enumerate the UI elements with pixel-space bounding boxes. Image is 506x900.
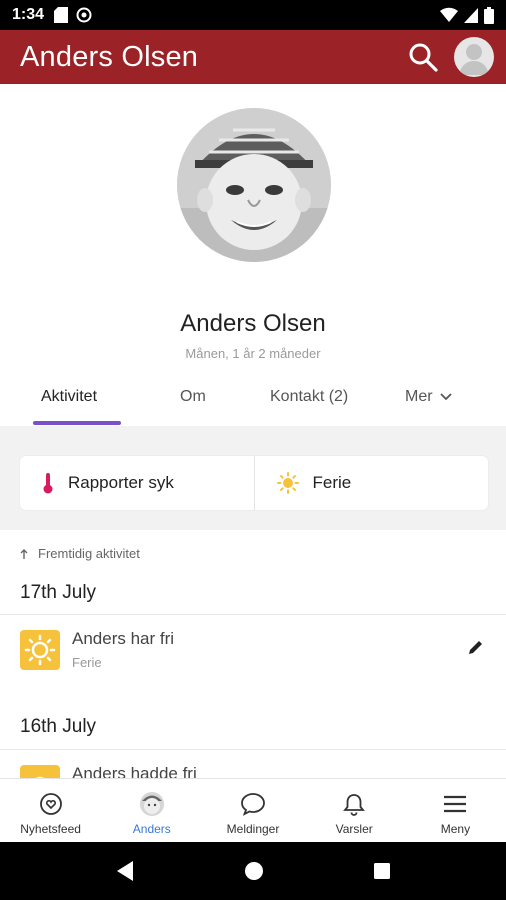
hamburger-menu-icon [444,795,467,813]
report-sick-button[interactable]: Rapporter syk [20,456,254,510]
status-bar: 1:34 [0,0,506,30]
future-activity-link[interactable]: Fremtidig aktivitet [20,546,140,561]
profile-photo[interactable] [177,108,331,262]
tab-om[interactable]: Om [180,388,206,406]
sun-icon [35,776,45,778]
profile-name: Anders Olsen [180,310,326,337]
activity-subtitle: Ferie [72,655,102,670]
sd-card-icon [54,7,69,23]
nav-label: Meny [440,822,471,836]
activity-feed: Fremtidig aktivitet 17th July Anders har… [0,530,506,778]
user-avatar-icon [459,44,489,75]
vacation-label: Ferie [312,473,352,492]
profile-header: Anders Olsen Månen, 1 år 2 måneder [0,84,506,384]
profile-tabs: Aktivitet Om Kontakt (2) Mer [0,374,506,426]
date-heading: 17th July [20,582,97,603]
activity-item[interactable]: Anders hadde fri [0,750,506,778]
tab-aktivitet[interactable]: Aktivitet [41,388,97,406]
nav-varsler[interactable]: Varsler [304,779,405,842]
active-tab-indicator [33,421,121,425]
cellular-signal-icon [464,8,478,23]
system-navigation-bar [0,842,506,900]
tab-mer[interactable]: Mer [405,388,453,406]
status-time: 1:34 [12,6,45,23]
date-heading: 16th July [20,716,97,737]
nav-label: Nyhetsfeed [20,822,81,836]
child-avatar-icon [139,792,164,816]
activity-title: Anders har fri [72,629,175,648]
activity-sun-icon-tile [20,765,60,778]
search-icon[interactable] [408,42,438,72]
nav-meny[interactable]: Meny [405,779,506,842]
activity-sun-icon-tile [20,630,60,670]
quick-actions-card: Rapporter syk Ferie [20,456,488,510]
app-actions [408,37,494,77]
arrow-up-icon [20,548,28,559]
sun-icon [24,634,56,666]
status-system-icons [440,6,494,24]
tab-kontakt[interactable]: Kontakt (2) [270,388,348,406]
thermometer-icon [43,473,53,494]
edit-pencil-icon[interactable] [466,637,486,657]
quick-actions-panel: Rapporter syk Ferie [0,426,506,530]
wifi-icon [440,7,458,23]
battery-icon [484,6,494,24]
home-icon[interactable] [244,861,264,881]
activity-item[interactable]: Anders har fri Ferie [0,615,506,685]
nav-label: Meldinger [226,822,280,836]
status-notification-icons [54,7,92,23]
profile-subtitle: Månen, 1 år 2 måneder [185,346,321,361]
chevron-down-icon [439,393,452,401]
future-activity-label: Fremtidig aktivitet [38,546,140,561]
report-sick-label: Rapporter syk [68,473,174,492]
sync-icon [76,7,92,23]
sun-icon [276,472,299,494]
account-avatar-button[interactable] [454,37,494,77]
back-icon[interactable] [115,860,135,882]
recents-icon[interactable] [373,862,391,880]
child-portrait-image [177,108,331,262]
chat-bubble-icon [241,793,265,816]
vacation-button[interactable]: Ferie [253,456,489,510]
nav-label: Varsler [335,822,373,836]
nav-meldinger[interactable]: Meldinger [202,779,303,842]
app-title: Anders Olsen [20,40,199,73]
bell-icon [343,794,366,816]
bottom-navigation: Nyhetsfeed Anders Meldinger Varsler Meny [0,778,506,842]
activity-title: Anders hadde fri [72,764,197,778]
nav-anders[interactable]: Anders [101,779,202,842]
tab-mer-label: Mer [405,388,433,405]
app-bar: Anders Olsen [0,30,506,84]
nav-nyhetsfeed[interactable]: Nyhetsfeed [0,779,101,842]
newsfeed-icon [39,793,62,815]
nav-label: Anders [132,822,171,836]
